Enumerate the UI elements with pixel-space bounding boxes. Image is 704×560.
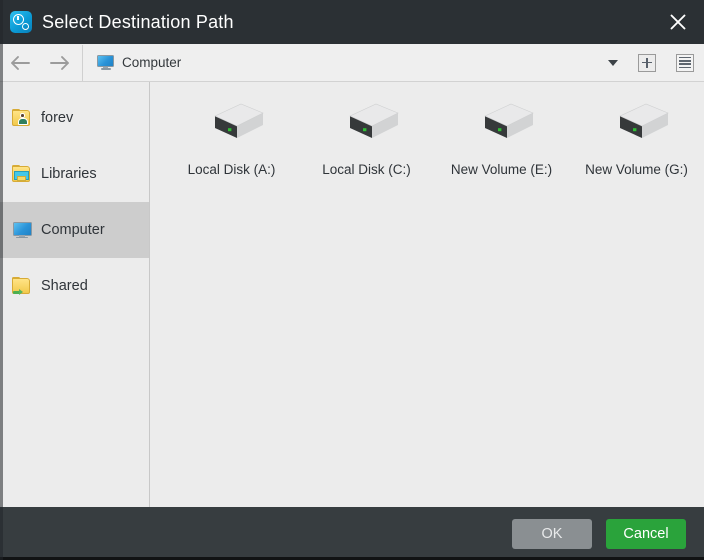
- time-machine-icon: [10, 11, 32, 33]
- sidebar-item-label: forev: [41, 110, 74, 126]
- list-item[interactable]: New Volume (G:): [569, 96, 704, 214]
- list-item-label: New Volume (E:): [450, 162, 553, 177]
- close-icon[interactable]: [652, 0, 704, 44]
- select-destination-path-dialog: Select Destination Path Computer forev L…: [0, 0, 704, 560]
- drive-grid: Local Disk (A:) Local Disk (C:) New Volu…: [164, 96, 704, 214]
- computer-monitor-icon: [12, 221, 32, 239]
- toolbar: Computer: [0, 44, 704, 82]
- libraries-folder-icon: [12, 165, 32, 183]
- sidebar-item-forev[interactable]: forev: [0, 90, 149, 146]
- sidebar-item-libraries[interactable]: Libraries: [0, 146, 149, 202]
- cancel-button[interactable]: Cancel: [606, 518, 686, 549]
- window-title: Select Destination Path: [42, 11, 234, 32]
- ok-button[interactable]: OK: [512, 518, 592, 549]
- dialog-footer: OK Cancel: [0, 507, 704, 560]
- sidebar-item-label: Shared: [41, 278, 88, 294]
- sidebar: forev Libraries Computer Shared: [0, 82, 150, 507]
- toolbar-divider: [82, 44, 83, 81]
- list-item[interactable]: New Volume (E:): [434, 96, 569, 214]
- arrow-left-icon[interactable]: [0, 45, 40, 81]
- address-path-text: Computer: [122, 55, 182, 70]
- sidebar-item-computer[interactable]: Computer: [0, 202, 149, 258]
- arrow-right-icon[interactable]: [40, 45, 80, 81]
- list-item-label: Local Disk (C:): [322, 162, 411, 177]
- computer-monitor-icon: [97, 55, 114, 70]
- plus-square-icon[interactable]: [628, 45, 666, 81]
- sidebar-item-shared[interactable]: Shared: [0, 258, 149, 314]
- sidebar-item-label: Libraries: [41, 166, 97, 182]
- list-item[interactable]: Local Disk (C:): [299, 96, 434, 214]
- file-list-area: Local Disk (A:) Local Disk (C:) New Volu…: [150, 82, 704, 507]
- hard-drive-icon: [467, 100, 537, 150]
- chevron-down-icon[interactable]: [598, 45, 628, 81]
- user-folder-icon: [12, 109, 32, 127]
- sidebar-item-label: Computer: [41, 222, 105, 238]
- shared-folder-icon: [12, 277, 32, 296]
- list-view-icon[interactable]: [666, 45, 704, 81]
- address-bar[interactable]: Computer: [87, 45, 598, 81]
- list-item[interactable]: Local Disk (A:): [164, 96, 299, 214]
- list-item-label: New Volume (G:): [585, 162, 688, 177]
- list-item-label: Local Disk (A:): [187, 162, 276, 177]
- hard-drive-icon: [602, 100, 672, 150]
- dialog-body: forev Libraries Computer Shared Local Di…: [0, 82, 704, 507]
- hard-drive-icon: [332, 100, 402, 150]
- title-bar: Select Destination Path: [0, 0, 704, 44]
- hard-drive-icon: [197, 100, 267, 150]
